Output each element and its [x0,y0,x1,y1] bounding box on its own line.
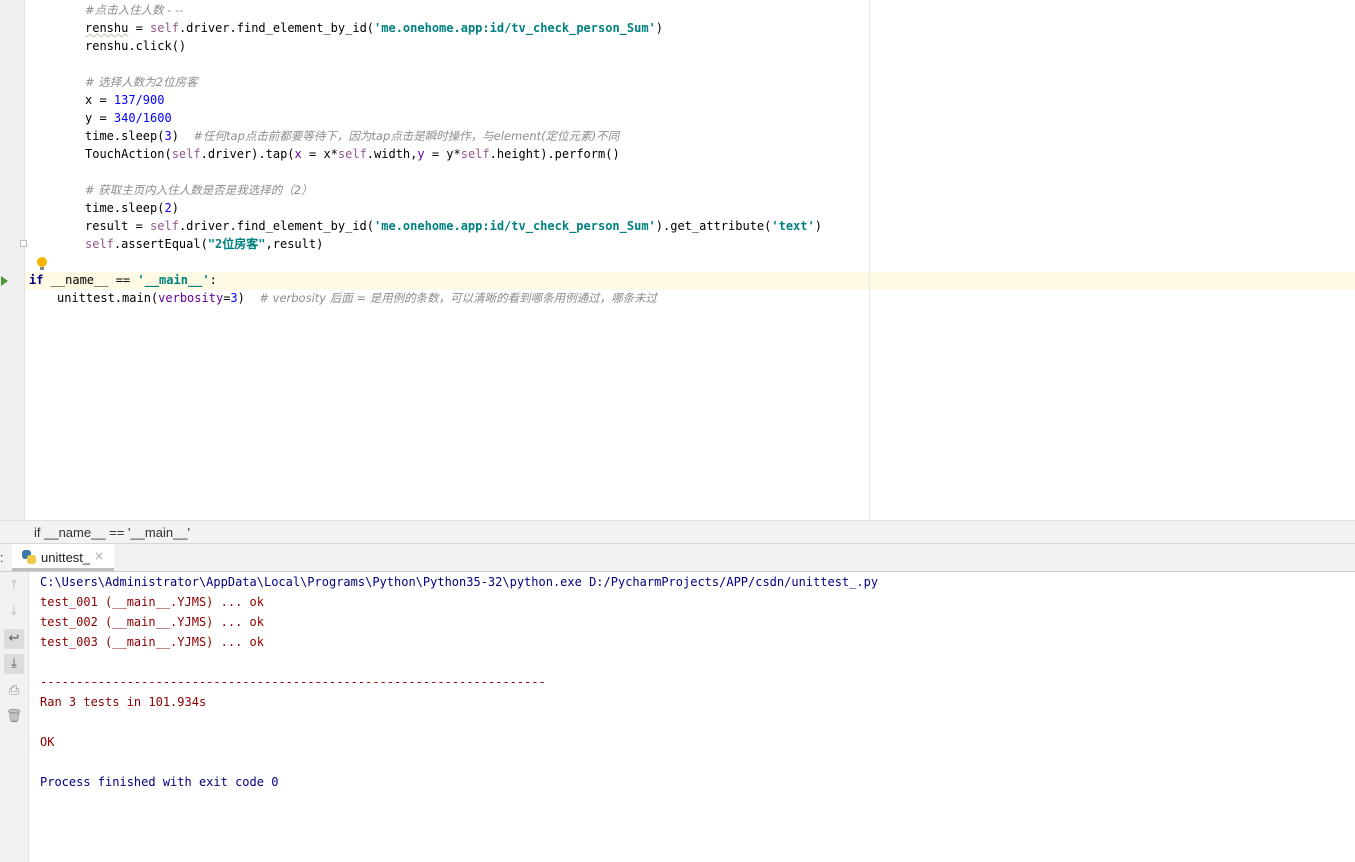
console-output[interactable]: C:\Users\Administrator\AppData\Local\Pro… [29,572,1355,862]
console-line: test_001 (__main__.YJMS) ... ok [40,595,264,609]
console-exit-line: Process finished with exit code 0 [40,775,279,789]
tab-unittest[interactable]: unittest_ × [12,544,114,571]
up-arrow-icon[interactable]: ↑ [4,576,24,596]
scroll-to-end-icon[interactable]: ⤓ [4,654,24,674]
python-icon [22,550,36,564]
current-line-highlight [25,272,1355,290]
code-line-1: #点击入住人数 - -- [85,3,184,17]
right-margin-guide [869,0,870,520]
breadcrumb-item[interactable]: if __name__ == '__main__' [34,525,190,540]
down-arrow-icon[interactable]: ↓ [4,602,24,622]
console-line: Ran 3 tests in 101.934s [40,695,207,709]
tab-label: unittest_ [41,550,91,565]
code-line-16: if __name__ == '__main__': [29,273,217,287]
code-line-5: # 选择人数为2位房客 [85,75,198,89]
code-line-11: # 获取主页内入住人数是否是我选择的（2） [85,183,313,197]
code-editor[interactable]: #点击入住人数 - -- renshu = self.driver.find_e… [0,0,1355,520]
console-toolbar: ↑ ↓ ↩ ⤓ ⎙ 🗑 [0,572,29,862]
console-separator: ----------------------------------------… [40,675,546,689]
code-line-2: renshu = self.driver.find_element_by_id(… [85,21,664,35]
code-line-8: time.sleep(3) #任何tap点击前都要等待下，因为tap点击是瞬时操… [85,129,620,143]
lightbulb-icon[interactable] [37,257,47,271]
breadcrumb[interactable]: if __name__ == '__main__' [0,520,1355,544]
editor-gutter[interactable] [0,0,25,520]
console-line: test_002 (__main__.YJMS) ... ok [40,615,264,629]
run-label: : [0,550,4,565]
code-line-13: result = self.driver.find_element_by_id(… [85,219,822,233]
run-tool-window-header: : unittest_ × [0,544,1355,572]
print-icon[interactable]: ⎙ [4,681,24,701]
run-gutter-icon[interactable] [1,276,8,286]
code-line-17: unittest.main(verbosity=3) # verbosity 后… [57,291,658,305]
fold-marker-icon[interactable] [20,240,27,247]
code-line-3: renshu.click() [85,39,187,53]
code-line-9: TouchAction(self.driver).tap(x = x*self.… [85,147,620,161]
close-icon[interactable]: × [94,549,104,563]
soft-wrap-icon[interactable]: ↩ [4,629,24,649]
code-line-7: y = 340/1600 [85,111,172,125]
code-line-14: self.assertEqual("2位房客",result) [85,237,324,251]
code-line-6: x = 137/900 [85,93,165,107]
console-line: test_003 (__main__.YJMS) ... ok [40,635,264,649]
console-line: OK [40,735,55,749]
code-line-12: time.sleep(2) [85,201,179,215]
console-command-line: C:\Users\Administrator\AppData\Local\Pro… [40,575,879,589]
trash-icon[interactable]: 🗑 [4,707,24,727]
